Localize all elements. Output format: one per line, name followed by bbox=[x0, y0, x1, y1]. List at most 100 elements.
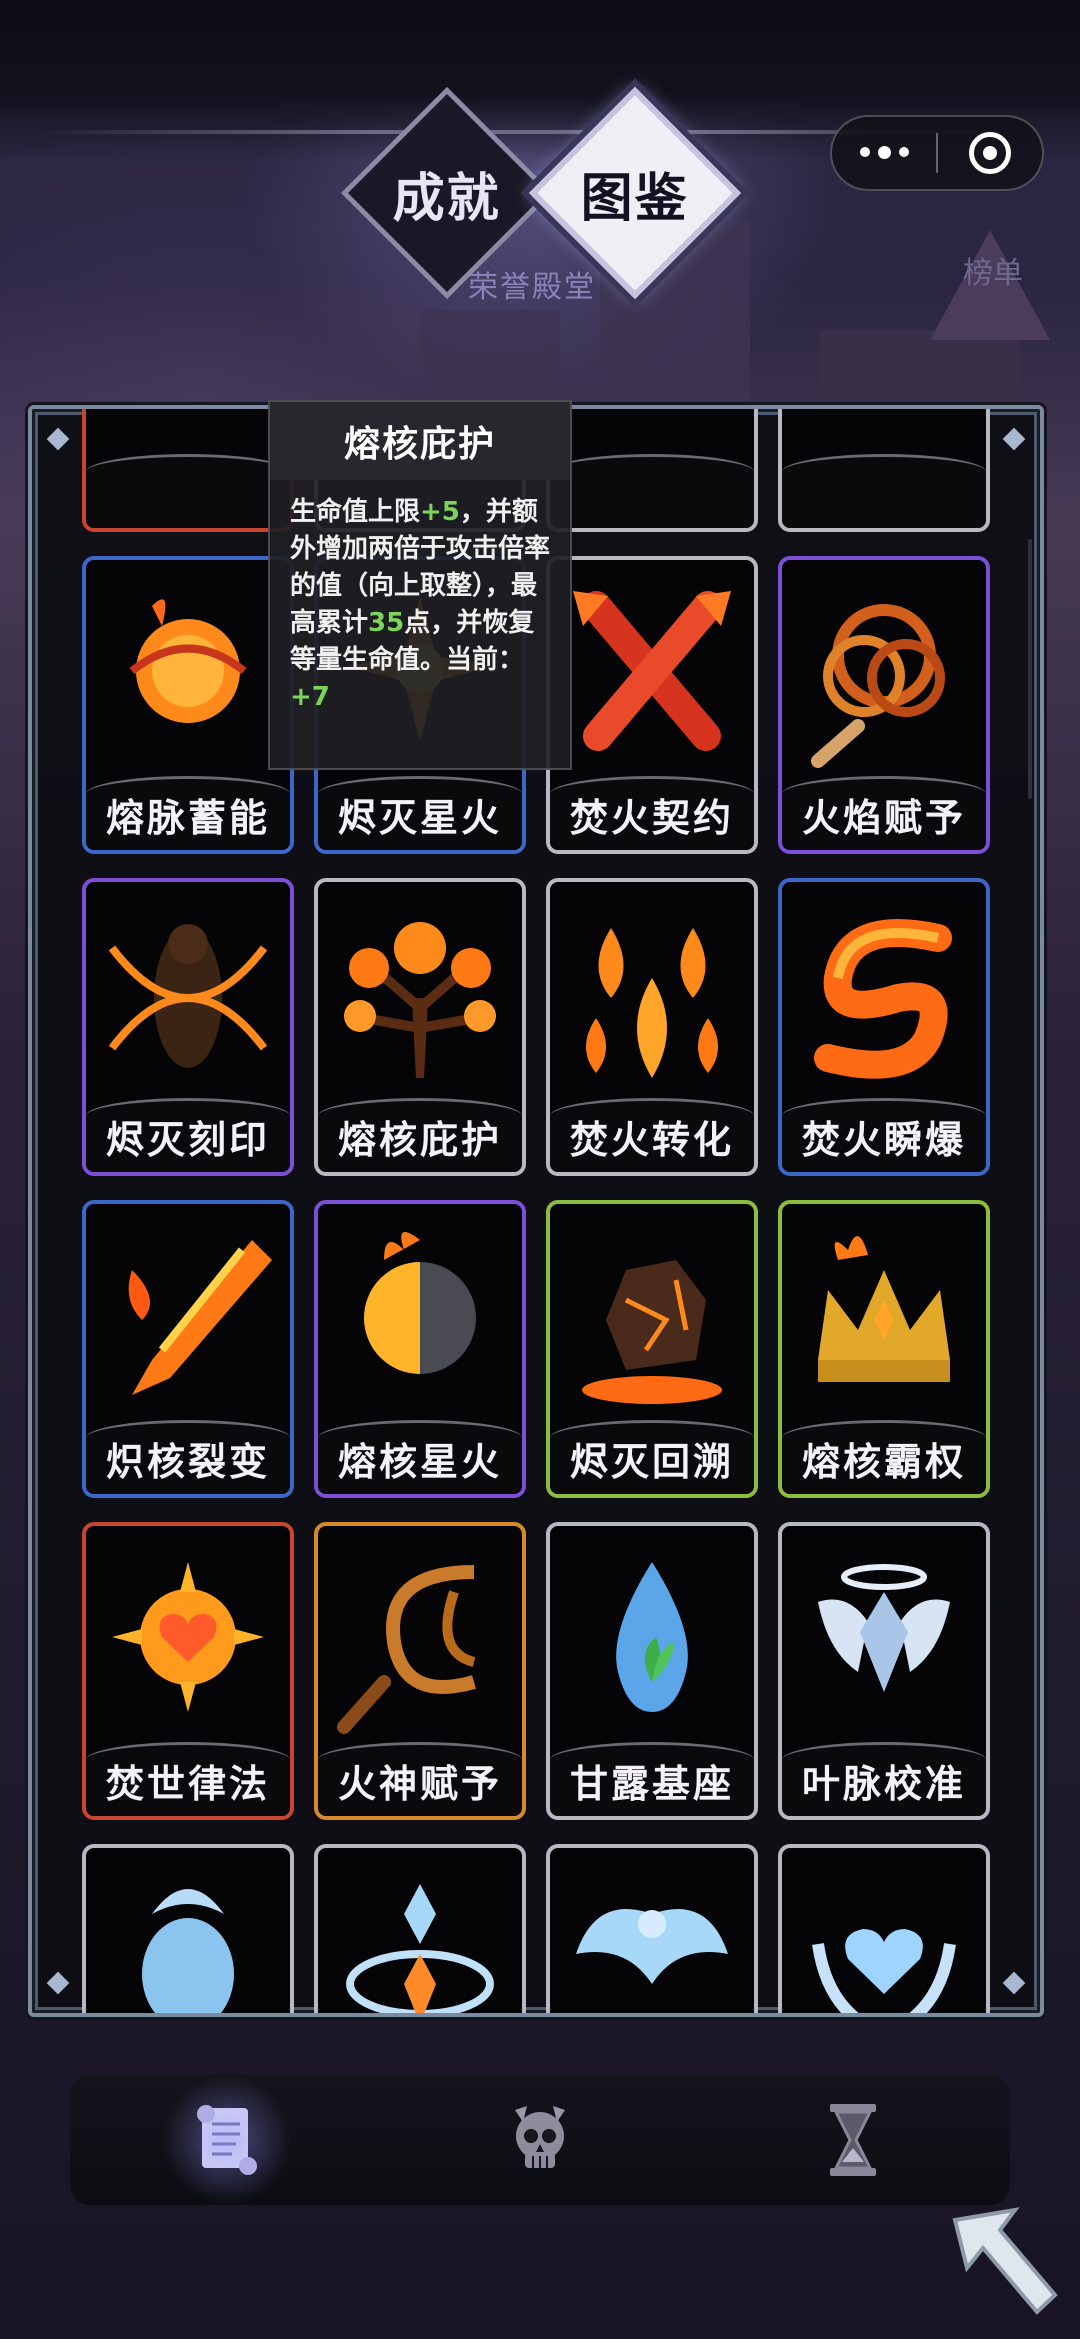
codex-card[interactable]: 焚火瞬爆 bbox=[778, 878, 990, 1176]
partial-icon bbox=[92, 405, 284, 454]
hall-of-honor-label[interactable]: 荣誉殿堂 bbox=[468, 262, 596, 306]
card-label-band: 焚火转化 bbox=[550, 1098, 754, 1172]
half-sun-icon bbox=[364, 1232, 476, 1374]
card-label: 烬灭刻印 bbox=[105, 1118, 270, 1162]
scrollbar[interactable] bbox=[1028, 539, 1032, 799]
card-label-band: 烬灭刻印 bbox=[86, 1098, 290, 1172]
card-label-band: 焚火瞬爆 bbox=[782, 1098, 986, 1172]
codex-card[interactable] bbox=[546, 1844, 758, 2013]
winged-crystal-icon bbox=[818, 1564, 950, 1692]
corner-star-icon bbox=[1002, 1971, 1026, 1995]
codex-card[interactable]: 烬灭回溯 bbox=[546, 1200, 758, 1498]
nav-enemies-button[interactable] bbox=[475, 2085, 605, 2195]
card-label-band: 熔脉蓄能 bbox=[86, 776, 290, 850]
card-label: 火焰赋予 bbox=[801, 796, 966, 840]
ice-potion-icon bbox=[346, 1884, 494, 2013]
card-label: 焚火契约 bbox=[569, 796, 734, 840]
codex-card[interactable]: 熔核庇护 bbox=[314, 878, 526, 1176]
flame-crown-icon bbox=[818, 1236, 950, 1382]
chain-whip-icon bbox=[337, 1565, 476, 1734]
codex-card[interactable]: 焚火契约 bbox=[546, 556, 758, 854]
tooltip-text: 生命值上限 bbox=[290, 497, 421, 527]
water-drop-leaf-icon bbox=[616, 1562, 688, 1712]
codex-card[interactable]: 火焰赋予 bbox=[778, 556, 990, 854]
fire-whip-knot-icon bbox=[811, 604, 945, 768]
partial-icon bbox=[788, 405, 980, 454]
more-button[interactable] bbox=[832, 146, 936, 159]
codex-card[interactable]: 叶脉校准 bbox=[778, 1522, 990, 1820]
ice-spirit-icon bbox=[142, 1889, 234, 2013]
card-label-band bbox=[86, 454, 290, 528]
card-label-band: 烬灭回溯 bbox=[550, 1420, 754, 1494]
corner-star-icon bbox=[46, 427, 70, 451]
codex-card[interactable]: 炽核裂变 bbox=[82, 1200, 294, 1498]
nav-history-button[interactable] bbox=[788, 2085, 918, 2195]
card-label: 烬灭星火 bbox=[337, 796, 502, 840]
card-label: 火神赋予 bbox=[337, 1762, 502, 1806]
codex-card[interactable]: 焚世律法 bbox=[82, 1522, 294, 1820]
card-label-band: 炽核裂变 bbox=[86, 1420, 290, 1494]
codex-card[interactable]: 甘露基座 bbox=[546, 1522, 758, 1820]
card-label: 熔脉蓄能 bbox=[105, 796, 270, 840]
tooltip-description: 生命值上限+5，并额外增加两倍于攻击倍率的值（向上取整），最高累计35点，并恢复… bbox=[270, 480, 570, 730]
card-label: 炽核裂变 bbox=[105, 1440, 270, 1484]
card-label-band bbox=[550, 454, 754, 528]
card-label-band: 火神赋予 bbox=[318, 1742, 522, 1816]
target-icon bbox=[969, 132, 1011, 174]
card-label: 熔核星火 bbox=[337, 1440, 502, 1484]
codex-card[interactable] bbox=[314, 1844, 526, 2013]
codex-card[interactable] bbox=[778, 1844, 990, 2013]
card-label-band: 熔核霸权 bbox=[782, 1420, 986, 1494]
corner-star-icon bbox=[46, 1971, 70, 1995]
tab-label: 成就 bbox=[392, 168, 502, 229]
codex-card[interactable]: 烬灭刻印 bbox=[82, 878, 294, 1176]
card-label-band: 焚世律法 bbox=[86, 1742, 290, 1816]
codex-card[interactable] bbox=[546, 409, 758, 532]
back-arrow-icon[interactable] bbox=[945, 2200, 1065, 2320]
card-label: 熔核霸权 bbox=[801, 1440, 966, 1484]
card-label-band: 熔核庇护 bbox=[318, 1098, 522, 1172]
card-label: 焚火转化 bbox=[569, 1118, 734, 1162]
magma-rock-icon bbox=[582, 1260, 722, 1404]
card-label-band bbox=[782, 454, 986, 528]
codex-card[interactable]: 熔核星火 bbox=[314, 1200, 526, 1498]
card-label: 焚火瞬爆 bbox=[801, 1118, 966, 1162]
chained-figure-icon bbox=[108, 924, 268, 1068]
card-label-band: 甘露基座 bbox=[550, 1742, 754, 1816]
fire-tree-icon bbox=[344, 922, 496, 1078]
tooltip-highlight: 35 bbox=[368, 608, 405, 638]
nav-codex-button[interactable] bbox=[151, 2075, 302, 2205]
codex-card[interactable]: 火神赋予 bbox=[314, 1522, 526, 1820]
flame-blade-icon bbox=[128, 1240, 272, 1395]
codex-card[interactable] bbox=[778, 405, 990, 532]
ice-phoenix-icon bbox=[576, 1909, 728, 1984]
card-label: 叶脉校准 bbox=[801, 1762, 966, 1806]
codex-card[interactable] bbox=[82, 1844, 294, 2013]
codex-card[interactable]: 熔脉蓄能 bbox=[82, 556, 294, 854]
card-label-band: 熔核星火 bbox=[318, 1420, 522, 1494]
fire-spirits-icon bbox=[586, 928, 718, 1078]
tooltip-title: 熔核庇护 bbox=[270, 402, 570, 480]
tooltip-highlight: +5 bbox=[420, 497, 460, 527]
sun-heart-icon bbox=[112, 1562, 264, 1712]
card-label: 甘露基座 bbox=[569, 1762, 734, 1806]
card-label-band: 叶脉校准 bbox=[782, 1742, 986, 1816]
codex-card[interactable]: 焚火转化 bbox=[546, 878, 758, 1176]
tooltip-highlight: +7 bbox=[290, 682, 330, 712]
close-button[interactable] bbox=[938, 132, 1042, 174]
card-label-band: 火焰赋予 bbox=[782, 776, 986, 850]
codex-card[interactable]: 熔核霸权 bbox=[778, 1200, 990, 1498]
codex-card[interactable] bbox=[82, 405, 294, 532]
fire-planet-icon bbox=[129, 599, 247, 723]
leaderboard-label[interactable]: 榜单 bbox=[963, 248, 1023, 292]
corner-star-icon bbox=[1002, 427, 1026, 451]
skill-tooltip: 熔核庇护 生命值上限+5，并额外增加两倍于攻击倍率的值（向上取整），最高累计35… bbox=[268, 400, 572, 770]
bottom-nav bbox=[70, 2075, 1010, 2205]
card-label-band: 焚火契约 bbox=[550, 776, 754, 850]
tab-label: 图鉴 bbox=[580, 168, 690, 229]
hourglass-icon bbox=[830, 2104, 877, 2176]
fire-swirl-icon bbox=[814, 919, 952, 1079]
ice-heart-hands-icon bbox=[812, 1929, 956, 2013]
skull-icon bbox=[514, 2106, 565, 2168]
card-label: 烬灭回溯 bbox=[569, 1440, 734, 1484]
